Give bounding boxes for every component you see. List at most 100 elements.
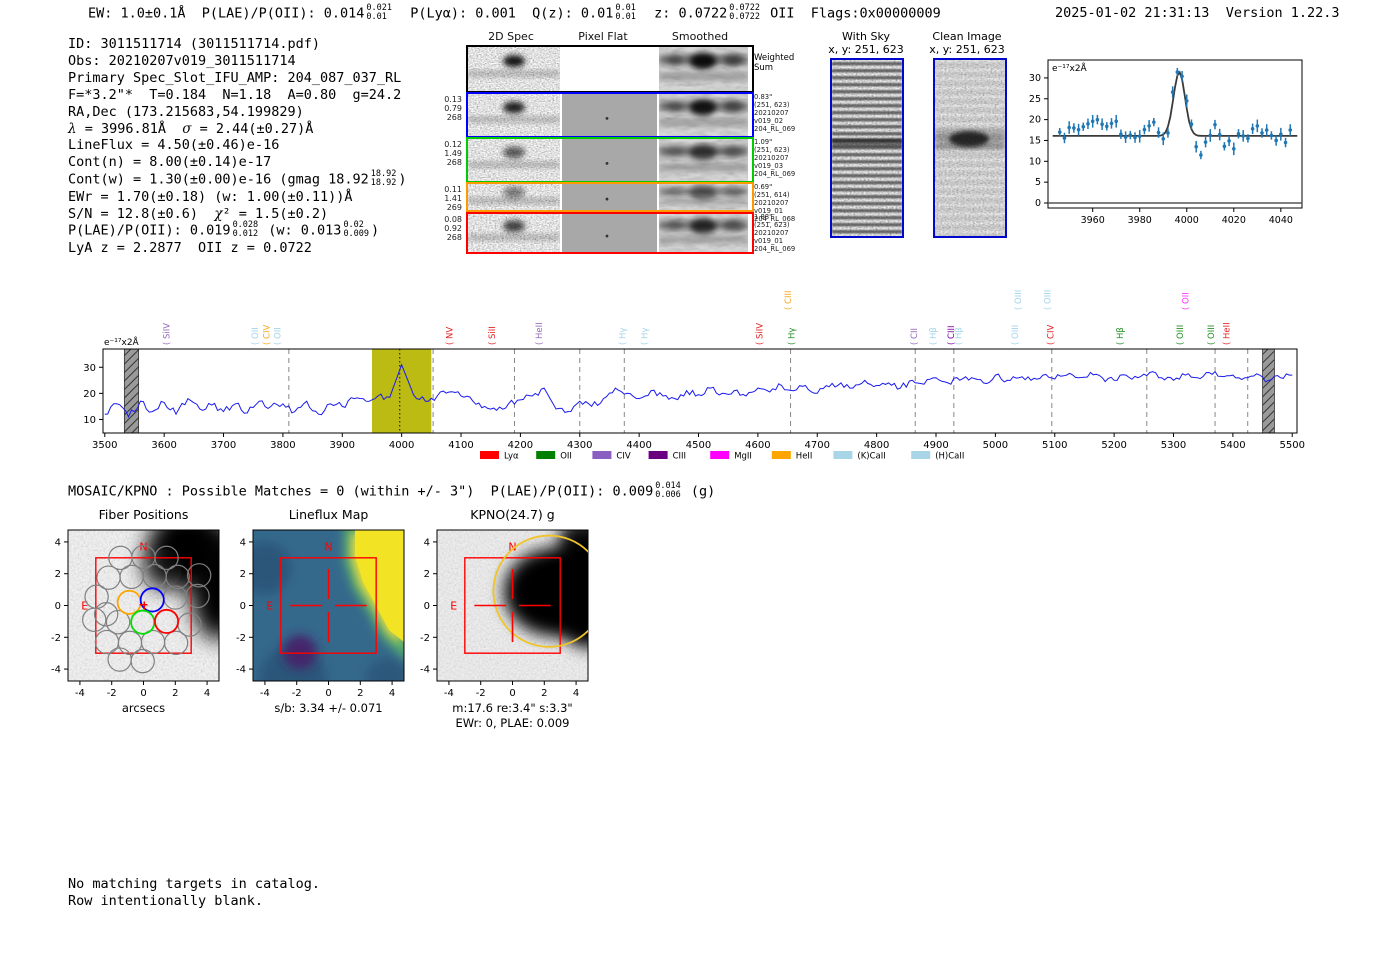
- strip-right-labels: 1.88" (251, 623) 20210207 v019_01 204_RL_069: [754, 213, 796, 253]
- svg-text:3500: 3500: [92, 440, 117, 451]
- strip-left-labels: 0.11 1.41 269: [444, 185, 462, 212]
- full-spectrum-plot: 3500 3600 3700 3800 3900 4000 4100 4200 4300 4400…: [83, 290, 1305, 462]
- svg-text:EWr: 0, PLAE: 0.009: EWr: 0, PLAE: 0.009: [456, 716, 570, 730]
- svg-text:4900: 4900: [923, 440, 948, 451]
- clean-coords: x, y: 251, 623: [929, 43, 1005, 56]
- svg-text:5400: 5400: [1220, 440, 1245, 451]
- spec-strip-row: [466, 182, 754, 212]
- spec-strip-row: [466, 212, 754, 254]
- report-timestamp: 2025-01-02 21:31:13: [1055, 5, 1210, 21]
- spectral-line-label: ( CIV: [262, 325, 272, 345]
- spectral-line-label: ( SiIV: [163, 323, 173, 345]
- svg-text:Fiber Positions: Fiber Positions: [99, 507, 189, 522]
- info-line: P(LAE)/P(OII): 0.019 0.028 0.012 (w: 0.013…: [68, 220, 380, 239]
- info-line: F=*3.2"* T=0.184 N=1.18 A=0.80 g=24.2: [68, 86, 402, 103]
- strip-right-labels: 1.09" (251, 623) 20210207 v019_03 204_RL_069: [754, 138, 796, 178]
- spec-strip-row: [466, 92, 754, 138]
- footer-note: No matching targets in catalog. Row inten…: [68, 876, 320, 910]
- spectral-line-label: ( Hβ: [955, 327, 965, 345]
- info-line: LineFlux = 4.50(±0.46)e-16: [68, 137, 280, 154]
- svg-text:MgII: MgII: [734, 452, 752, 462]
- kpno-cutout-map: KPNO(24.7) g -4 -2 0 2 4 4 2 0 -2 -4 N Em:17.6 re:3.…: [405, 503, 620, 738]
- svg-text:5300: 5300: [1161, 440, 1186, 451]
- svg-text:2: 2: [172, 688, 178, 699]
- svg-text:-2: -2: [236, 633, 246, 644]
- svg-text:15: 15: [1029, 135, 1041, 146]
- svg-text:-4: -4: [75, 688, 85, 699]
- svg-text:3800: 3800: [270, 440, 295, 451]
- svg-text:3600: 3600: [151, 440, 176, 451]
- svg-text:4040: 4040: [1269, 215, 1293, 226]
- svg-text:4020: 4020: [1222, 215, 1246, 226]
- spec-strip-row: [466, 137, 754, 183]
- strip-left-labels: 0.08 0.92 268: [444, 215, 462, 242]
- svg-text:-2: -2: [292, 688, 302, 699]
- svg-text:10: 10: [83, 415, 96, 426]
- spectral-line-label: ( SiII: [488, 326, 498, 345]
- info-line: Obs: 20210207v019_3011511714: [68, 52, 296, 69]
- svg-text:2: 2: [541, 688, 547, 699]
- svg-text:0: 0: [325, 688, 331, 699]
- svg-text:4: 4: [424, 537, 430, 548]
- footer-line-2: Row intentionally blank.: [68, 893, 264, 909]
- svg-text:0: 0: [424, 601, 430, 612]
- spectral-line-label: ( OIII: [1044, 290, 1054, 310]
- svg-text:20: 20: [1029, 115, 1041, 126]
- svg-text:30: 30: [83, 363, 96, 374]
- svg-text:-2: -2: [420, 633, 430, 644]
- emission-line-fit-plot: 3960 3980 4000 4020 4040 0 5 10 15 20 25 30 e⁻¹⁷x2Å: [1029, 59, 1303, 226]
- col-header-2dspec: 2D Spec: [488, 30, 534, 43]
- svg-text:(K)CaII: (K)CaII: [857, 452, 885, 462]
- svg-text:4200: 4200: [508, 440, 533, 451]
- svg-text:5100: 5100: [1042, 440, 1067, 451]
- spectral-line-label: ( SiIV: [756, 323, 766, 345]
- svg-text:HeII: HeII: [796, 452, 813, 462]
- spectral-line-label: ( OIII: [1011, 325, 1021, 345]
- svg-text:m:17.6 re:3.4" s:3.3": m:17.6 re:3.4" s:3.3": [452, 701, 572, 715]
- spectral-line-label: ( Hβ: [1116, 327, 1126, 345]
- svg-text:-2: -2: [51, 633, 61, 644]
- svg-text:5500: 5500: [1280, 440, 1305, 451]
- svg-text:-4: -4: [420, 665, 430, 676]
- spectral-line-label: ( OIII: [1014, 290, 1024, 310]
- svg-text:5200: 5200: [1101, 440, 1126, 451]
- svg-text:30: 30: [1029, 73, 1041, 84]
- svg-text:4600: 4600: [745, 440, 770, 451]
- svg-text:N: N: [324, 541, 332, 554]
- spectral-line-label: ( CII: [910, 328, 920, 345]
- svg-text:Lineflux Map: Lineflux Map: [289, 507, 369, 522]
- withsky-image: [830, 58, 904, 238]
- info-line: EWr = 1.70(±0.18) (w: 1.00(±0.11))Å: [68, 188, 353, 205]
- svg-text:4100: 4100: [448, 440, 473, 451]
- spectral-line-label: ( Hβ: [929, 327, 939, 345]
- spectral-line-label: ( OIII: [1176, 325, 1186, 345]
- svg-text:4700: 4700: [805, 440, 830, 451]
- svg-text:arcsecs: arcsecs: [122, 701, 165, 715]
- svg-text:4800: 4800: [864, 440, 889, 451]
- svg-text:(H)CaII: (H)CaII: [935, 452, 964, 462]
- svg-text:e⁻¹⁷x2Å: e⁻¹⁷x2Å: [104, 336, 140, 348]
- svg-text:0: 0: [1035, 198, 1041, 209]
- svg-text:2: 2: [424, 569, 430, 580]
- svg-text:-4: -4: [444, 688, 454, 699]
- spectral-line-label: ( Hγ: [619, 328, 629, 345]
- svg-text:-4: -4: [260, 688, 270, 699]
- svg-text:4: 4: [240, 537, 246, 548]
- svg-text:-4: -4: [51, 665, 61, 676]
- svg-text:3980: 3980: [1128, 215, 1152, 226]
- svg-text:4000: 4000: [1175, 215, 1199, 226]
- strip-left-labels: 0.12 1.49 268: [444, 140, 462, 167]
- svg-text:2: 2: [240, 569, 246, 580]
- svg-text:4: 4: [204, 688, 210, 699]
- svg-text:-2: -2: [476, 688, 486, 699]
- svg-text:20: 20: [83, 389, 96, 400]
- svg-text:-2: -2: [107, 688, 117, 699]
- fiber-positions-map: Fiber Positions -4 -2 0 2 4 4 2 0 -2 -4 N Earcsecs: [36, 503, 251, 738]
- svg-text:e⁻¹⁷x2Å: e⁻¹⁷x2Å: [1052, 62, 1088, 74]
- report-version: Version 1.22.3: [1225, 5, 1340, 21]
- spectral-line-label: ( OIII: [1207, 325, 1217, 345]
- svg-text:4400: 4400: [626, 440, 651, 451]
- svg-text:10: 10: [1029, 156, 1041, 167]
- svg-text:0: 0: [240, 601, 246, 612]
- svg-text:OII: OII: [560, 452, 572, 462]
